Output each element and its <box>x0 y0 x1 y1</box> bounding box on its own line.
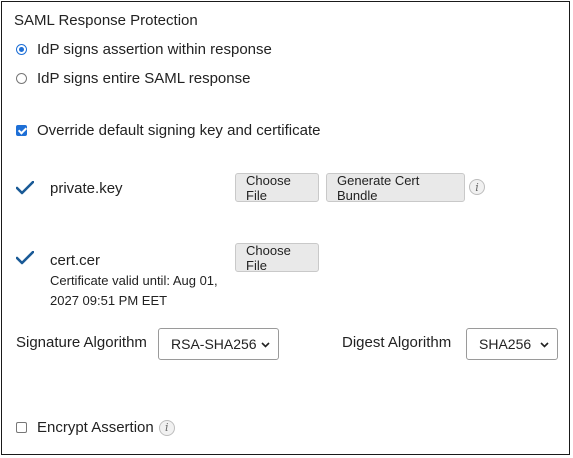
cert-filename: cert.cer <box>50 252 101 269</box>
radio-option-entire-response[interactable]: IdP signs entire SAML response <box>16 70 250 87</box>
checkmark-icon <box>16 251 34 265</box>
encrypt-assertion-row[interactable]: Encrypt Assertion i <box>16 419 175 436</box>
digest-algorithm-value: SHA256 <box>479 336 532 352</box>
signature-algorithm-value: RSA-SHA256 <box>171 336 257 352</box>
cert-validity-line1: Certificate valid until: Aug 01, <box>50 273 218 288</box>
radio-entire-response[interactable] <box>16 73 27 84</box>
chevron-down-icon <box>261 342 270 348</box>
section-title: SAML Response Protection <box>14 12 198 29</box>
chevron-down-icon <box>540 342 549 348</box>
override-label: Override default signing key and certifi… <box>37 122 321 139</box>
private-key-choose-file-button[interactable]: Choose File <box>235 173 319 203</box>
info-icon[interactable]: i <box>158 419 175 436</box>
checkmark-icon <box>16 181 34 195</box>
radio-option-assertion[interactable]: IdP signs assertion within response <box>16 41 272 58</box>
digest-algorithm-label: Digest Algorithm <box>342 334 452 351</box>
radio-assertion-label: IdP signs assertion within response <box>37 41 272 58</box>
signature-algorithm-select[interactable]: RSA-SHA256 <box>158 328 279 360</box>
radio-entire-response-label: IdP signs entire SAML response <box>37 70 251 87</box>
signature-algorithm-label: Signature Algorithm <box>16 334 147 351</box>
cert-validity-line2: 2027 09:51 PM EET <box>50 293 168 308</box>
generate-cert-bundle-button[interactable]: Generate Cert Bundle <box>326 173 465 203</box>
override-checkbox[interactable] <box>16 125 27 136</box>
radio-assertion[interactable] <box>16 44 27 55</box>
encrypt-assertion-label: Encrypt Assertion <box>37 419 154 436</box>
digest-algorithm-select[interactable]: SHA256 <box>466 328 558 360</box>
override-checkbox-row[interactable]: Override default signing key and certifi… <box>16 122 320 139</box>
info-icon[interactable]: i <box>469 179 485 195</box>
cert-choose-file-button[interactable]: Choose File <box>235 243 319 273</box>
encrypt-assertion-checkbox[interactable] <box>16 422 27 433</box>
private-key-filename: private.key <box>50 180 123 197</box>
